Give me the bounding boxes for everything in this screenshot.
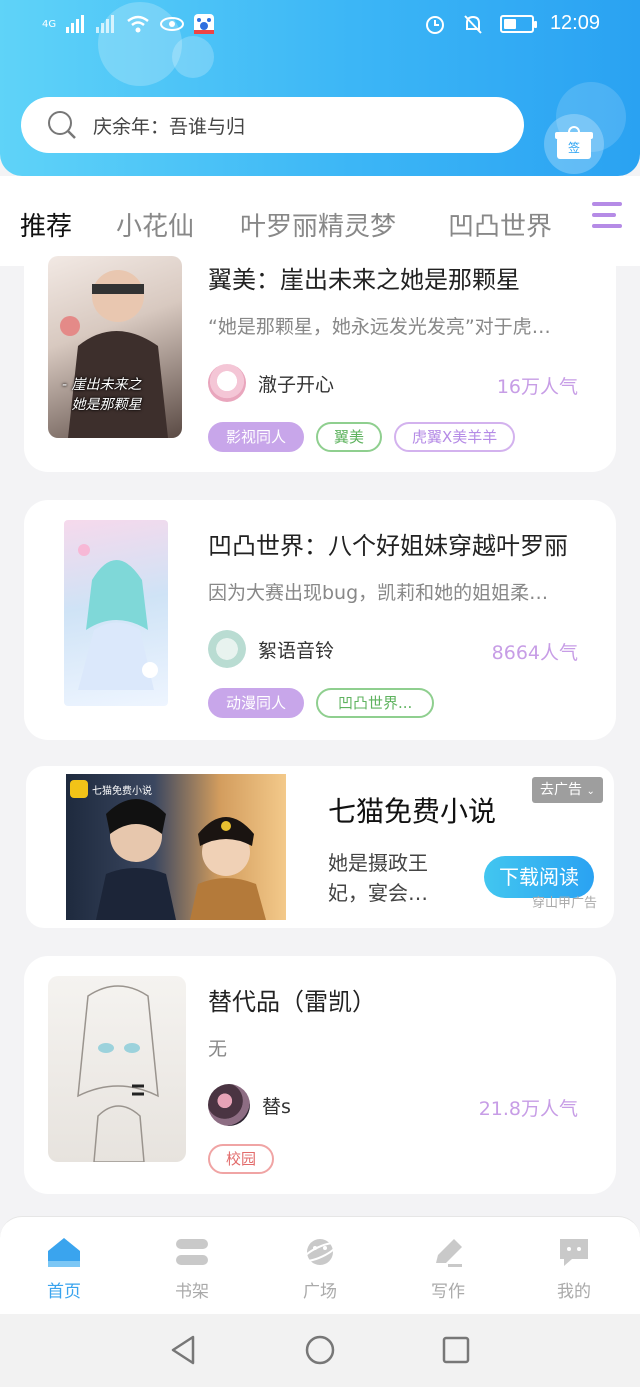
bookshelf-icon: [176, 1239, 208, 1265]
tag[interactable]: 翼美: [316, 422, 383, 452]
author-row: 替s: [208, 1084, 291, 1126]
signal-icon: [66, 15, 85, 33]
qimao-logo-icon: [70, 780, 88, 798]
pen-icon: [436, 1239, 462, 1267]
chat-face-icon: [560, 1239, 588, 1266]
tag-list: 动漫同人 凹凸世界...: [208, 688, 435, 718]
nav-bookshelf[interactable]: 书架: [152, 1235, 232, 1302]
remove-ad-button[interactable]: 去广告 ⌄: [532, 777, 603, 803]
tag[interactable]: 动漫同人: [208, 688, 305, 718]
popularity-count: 21.8万人气: [478, 1098, 578, 1120]
book-title: 翼美：崖出未来之她是那颗星: [208, 266, 520, 294]
network-label: 4G: [42, 18, 57, 30]
avatar: [208, 1084, 250, 1126]
signal-2-icon: [96, 15, 115, 33]
home-circle-icon[interactable]: [304, 1334, 336, 1366]
tab-aotu-world[interactable]: 凹凸世界: [448, 206, 552, 243]
popularity-count: 8664人气: [491, 642, 578, 664]
book-cover: [48, 976, 186, 1162]
nav-plaza[interactable]: 广场: [280, 1235, 360, 1302]
ad-source: 穿山甲广告: [532, 896, 598, 911]
battery-icon: [499, 14, 537, 33]
ad-title: 七猫免费小说: [328, 795, 497, 828]
author-row: 澈子开心: [208, 364, 334, 402]
status-bar: 4G 12:09: [0, 0, 640, 56]
tab-recommend[interactable]: 推荐: [20, 206, 72, 243]
nav-mine[interactable]: 我的: [534, 1235, 614, 1302]
eye-icon: [160, 17, 185, 31]
alarm-icon: [425, 15, 444, 34]
cover-illustration: [78, 544, 158, 690]
tag[interactable]: 影视同人: [208, 422, 305, 452]
nav-home[interactable]: 首页: [24, 1235, 104, 1302]
book-card[interactable]: - 崖出未来之 她是那颗星 翼美：崖出未来之她是那颗星 “她是那颗星，她永远发光…: [24, 250, 616, 472]
baidu-app-icon: [194, 14, 215, 34]
nav-bookshelf-label: 书架: [175, 1282, 209, 1302]
book-title: 凹凸世界：八个好姐妹穿越叶罗丽: [208, 532, 568, 560]
search-icon: [48, 111, 76, 139]
clock: 12:09: [549, 12, 600, 34]
wifi-icon: [127, 15, 149, 33]
tag-list: 影视同人 翼美 虎翼X美羊羊: [208, 422, 516, 452]
mute-bell-icon: [464, 14, 482, 34]
recents-icon[interactable]: [441, 1335, 471, 1365]
cover-illustration: [77, 985, 159, 1162]
book-description: 因为大赛出现bug，凯莉和她的姐姐柔…: [208, 582, 549, 604]
home-icon: [48, 1238, 80, 1267]
search-query: 庆余年：吾谁与归: [93, 115, 246, 138]
planet-icon: [302, 1239, 338, 1265]
book-title: 替代品（雷凯）: [208, 988, 376, 1016]
book-cover: [64, 520, 168, 706]
nav-plaza-label: 广场: [303, 1282, 337, 1302]
nav-write[interactable]: 写作: [408, 1235, 488, 1302]
author-name: 替s: [262, 1095, 291, 1118]
book-description: 无: [208, 1038, 228, 1060]
back-icon[interactable]: [168, 1334, 198, 1366]
ad-brand-text: 七猫免费小说: [92, 785, 152, 797]
app-header: 4G 12:09 庆余年：吾谁与归 签: [0, 0, 640, 176]
chevron-down-icon: ⌄: [586, 786, 595, 797]
ad-description: 她是摄政王妃，宴会…: [328, 851, 428, 905]
tag[interactable]: 校园: [208, 1144, 275, 1174]
book-card[interactable]: 凹凸世界：八个好姐妹穿越叶罗丽 因为大赛出现bug，凯莉和她的姐姐柔… 絮语音铃…: [24, 500, 616, 740]
sign-in-button[interactable]: 签: [544, 114, 604, 174]
ad-brand-badge: 七猫免费小说: [70, 780, 152, 798]
ad-card[interactable]: 七猫免费小说 七猫免费小说 她是摄政王妃，宴会… 下载阅读 去广告 ⌄ 穿山甲广…: [26, 766, 614, 928]
nav-home-label: 首页: [47, 1282, 81, 1302]
system-navigation-bar: [0, 1314, 640, 1387]
author-name: 澈子开心: [258, 373, 335, 396]
sign-in-label: 签: [557, 137, 591, 159]
ad-image: 七猫免费小说: [66, 774, 286, 920]
gift-icon: 签: [555, 126, 593, 159]
remove-ad-label: 去广告: [540, 782, 582, 798]
book-cover: - 崖出未来之 她是那颗星: [48, 256, 182, 438]
popularity-count: 16万人气: [496, 376, 578, 398]
author-row: 絮语音铃: [208, 630, 334, 668]
nav-write-label: 写作: [431, 1282, 465, 1302]
cover-caption: - 崖出未来之 她是那颗星: [62, 377, 142, 413]
tag[interactable]: 凹凸世界...: [316, 688, 435, 718]
book-description: “她是那颗星，她永远发光发亮”对于虎…: [208, 316, 551, 338]
nav-mine-label: 我的: [557, 1282, 591, 1302]
tab-xiaohuaxian[interactable]: 小花仙: [116, 206, 194, 243]
search-bar[interactable]: 庆余年：吾谁与归: [21, 97, 524, 153]
book-card[interactable]: 替代品（雷凯） 无 替s 21.8万人气 校园: [24, 956, 616, 1194]
menu-icon: [592, 202, 622, 235]
tag-list: 校园: [208, 1144, 275, 1174]
author-name: 絮语音铃: [258, 639, 335, 662]
bottom-navigation: 首页 书架 广场 写作 我的: [0, 1216, 640, 1314]
tab-yeluoli[interactable]: 叶罗丽精灵梦: [240, 206, 396, 243]
tabs-menu-button[interactable]: [586, 202, 640, 242]
avatar: [208, 364, 246, 402]
avatar: [208, 630, 246, 668]
tag[interactable]: 虎翼X美羊羊: [394, 422, 516, 452]
